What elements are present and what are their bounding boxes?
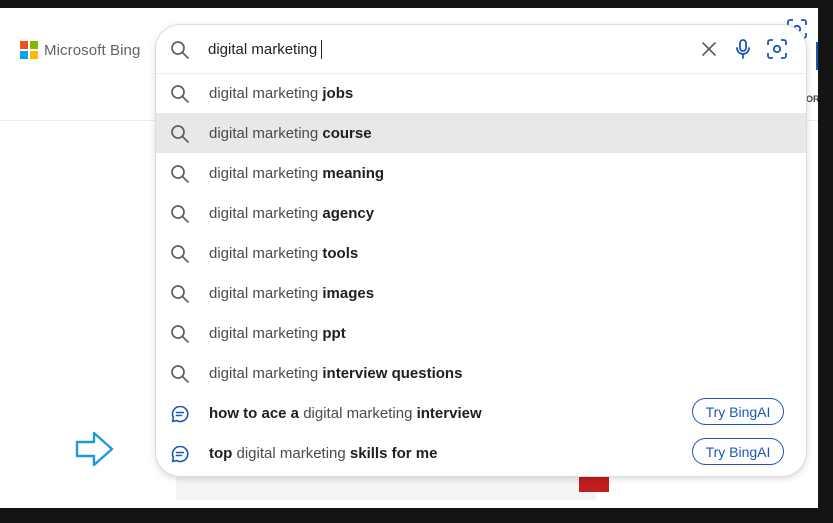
suggestion-suffix: images xyxy=(322,285,375,302)
search-input[interactable] xyxy=(208,39,628,59)
bing-logo[interactable]: Microsoft Bing xyxy=(20,40,140,60)
suggestion-base: digital marketing xyxy=(209,285,323,302)
suggestion-base: digital marketing xyxy=(303,405,417,422)
suggestion-text: digital marketing course xyxy=(209,125,372,142)
search-icon[interactable] xyxy=(170,40,190,60)
chat-icon xyxy=(170,444,190,464)
suggestion-suffix: ppt xyxy=(322,325,346,342)
suggestion-item[interactable]: digital marketing images xyxy=(156,273,806,313)
suggestion-suffix: meaning xyxy=(322,165,385,182)
suggestion-text: digital marketing ppt xyxy=(209,325,346,342)
suggestion-item[interactable]: digital marketing agency xyxy=(156,193,806,233)
suggestion-base: digital marketing xyxy=(209,205,323,222)
suggestion-item[interactable]: digital marketing course xyxy=(156,113,806,153)
search-icon xyxy=(170,324,190,344)
search-icon xyxy=(170,164,190,184)
search-icon xyxy=(170,364,190,384)
suggestion-base: digital marketing xyxy=(209,325,323,342)
suggestion-base: digital marketing xyxy=(209,125,323,142)
background-content xyxy=(176,474,596,500)
suggestion-item[interactable]: digital marketing meaning xyxy=(156,153,806,193)
text-cursor xyxy=(321,40,323,59)
suggestion-base: digital marketing xyxy=(209,245,323,262)
suggestion-text: digital marketing jobs xyxy=(209,85,353,102)
search-input-row xyxy=(156,25,806,73)
arrow-right-icon xyxy=(75,431,114,467)
bing-page: Microsoft Bing OR digital marketing digi… xyxy=(0,8,818,508)
microphone-icon[interactable] xyxy=(733,38,753,60)
autosuggest-list: digital marketing jobs digital marketing … xyxy=(156,73,806,473)
suggestion-item[interactable]: how to ace a digital marketing interview… xyxy=(156,393,806,433)
suggestion-item[interactable]: digital marketing ppt xyxy=(156,313,806,353)
suggestion-base: digital marketing xyxy=(209,365,323,382)
suggestion-base: digital marketing xyxy=(209,165,323,182)
suggestion-text: digital marketing agency xyxy=(209,205,374,222)
nav-tab-fragment[interactable]: OR xyxy=(806,94,818,104)
suggestion-suffix: interview xyxy=(416,405,482,422)
logo-text: Microsoft Bing xyxy=(44,41,141,59)
search-box: digital marketing jobsdigital marketing … xyxy=(156,25,806,476)
microsoft-logo-icon xyxy=(20,41,38,59)
suggestion-base: digital marketing xyxy=(209,85,323,102)
suggestion-suffix: jobs xyxy=(322,85,354,102)
suggestion-text: digital marketing tools xyxy=(209,245,358,262)
suggestion-text: digital marketing interview questions xyxy=(209,365,462,382)
suggestion-suffix: skills for me xyxy=(349,445,438,462)
suggestion-text: how to ace a digital marketing interview xyxy=(209,405,482,422)
suggestion-item[interactable]: digital marketing interview questions xyxy=(156,353,806,393)
suggestion-text: digital marketing images xyxy=(209,285,374,302)
suggestion-item[interactable]: top digital marketing skills for me Try B… xyxy=(156,433,806,473)
try-bingai-button[interactable]: Try BingAI xyxy=(692,438,784,465)
suggestion-text: top digital marketing skills for me xyxy=(209,445,437,462)
close-icon[interactable] xyxy=(700,40,718,58)
suggestion-item[interactable]: digital marketing tools xyxy=(156,233,806,273)
suggestion-text: digital marketing meaning xyxy=(209,165,384,182)
suggestion-suffix: interview questions xyxy=(322,365,463,382)
suggestion-suffix: agency xyxy=(322,205,375,222)
suggestion-suffix: course xyxy=(322,125,372,142)
suggestion-base: digital marketing xyxy=(236,445,350,462)
try-bingai-button[interactable]: Try BingAI xyxy=(692,398,784,425)
chat-icon xyxy=(170,404,190,424)
background-content-red-block xyxy=(579,474,609,492)
suggestion-item[interactable]: digital marketing jobs xyxy=(156,73,806,113)
search-icon xyxy=(170,204,190,224)
visual-search-icon[interactable] xyxy=(766,38,788,60)
search-icon xyxy=(170,84,190,104)
suggestion-suffix: tools xyxy=(322,245,359,262)
suggestion-prefix: how to ace a xyxy=(209,405,304,422)
suggestion-prefix: top xyxy=(209,445,237,462)
search-icon xyxy=(170,124,190,144)
search-icon xyxy=(170,284,190,304)
search-icon xyxy=(170,244,190,264)
edge-button-sliver[interactable] xyxy=(816,42,818,70)
